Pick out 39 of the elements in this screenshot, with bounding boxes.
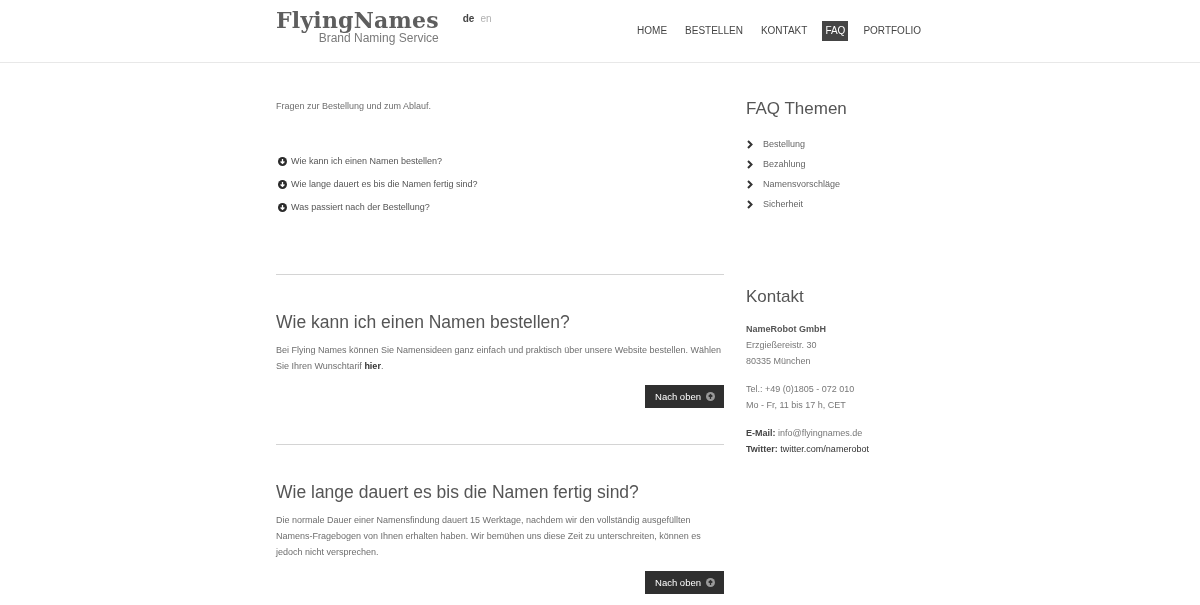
contact-text: Mo - Fr, 11 bis 17 h, CET [746,400,846,410]
sidebar-heading: Kontakt [746,286,805,308]
order-link[interactable]: hier [364,361,381,371]
sidebar-heading: FAQ Themen [746,98,848,120]
contact-label: E-Mail: [746,428,776,438]
topic-link[interactable]: Namensvorschläge [763,174,841,194]
question-link[interactable]: Wie kann ich einen Namen bestellen? [291,150,443,173]
arrow-down-circle-icon [278,203,287,212]
nav-link[interactable]: FAQ [822,21,849,41]
question-link[interactable]: Was passiert nach der Bestellung? [291,196,430,219]
back-to-top-button[interactable]: Nach oben [645,385,724,408]
topic-link[interactable]: Bestellung [763,134,806,154]
nav-link[interactable]: BESTELLEN [682,21,746,41]
section-heading: Wie kann ich einen Namen bestellen? [276,311,571,334]
nav-link[interactable]: PORTFOLIO [860,21,924,41]
back-to-top-button[interactable]: Nach oben [645,571,724,594]
contact-text: Tel.: +49 (0)1805 - 072 010 [746,384,855,394]
arrow-up-circle-icon [706,578,715,587]
nav-link[interactable]: KONTAKT [757,21,811,41]
section-text: Bei Flying Names können Sie Namensideen ganz einfach und praktisch über unsere Website bestellen. Wählen Sie Ihren Wunschtarif hier. [276,344,723,373]
logo-wordmark[interactable]: FlyingNames [276,8,439,32]
contact-text: 80335 München [746,356,811,366]
section-heading: Wie lange dauert es bis die Namen fertig sind? [276,481,640,504]
arrow-down-circle-icon [278,157,287,166]
question-link[interactable]: Wie lange dauert es bis die Namen fertig sind? [291,173,478,196]
contact-link[interactable]: twitter.com/namerobot [780,444,869,454]
intro-text: Fragen zur Bestellung und zum Ablauf. [276,100,433,113]
contact-text: info@flyingnames.de [778,428,863,438]
arrow-up-circle-icon [706,392,715,401]
nav-link[interactable]: HOME [634,21,671,41]
logo-tagline: Brand Naming Service [318,32,439,45]
topic-link[interactable]: Bezahlung [763,154,806,174]
section-text: Die normale Dauer einer Namensfindung dauert 15 Werktage, nachdem wir den vollständig ausgefüllten Namens-Fragebogen von Ihnen erhalten haben. Wir bemühen uns diese Zeit zu unterschreiten, können es jedoch nicht versprechen. [276,514,702,559]
language-link[interactable]: de [462,12,475,25]
contact-label: Twitter: [746,444,778,454]
topic-link[interactable]: Sicherheit [763,194,804,214]
arrow-down-circle-icon [278,180,287,189]
contact-text: Erzgießereistr. 30 [746,340,817,350]
company-name: NameRobot GmbH [746,324,826,334]
